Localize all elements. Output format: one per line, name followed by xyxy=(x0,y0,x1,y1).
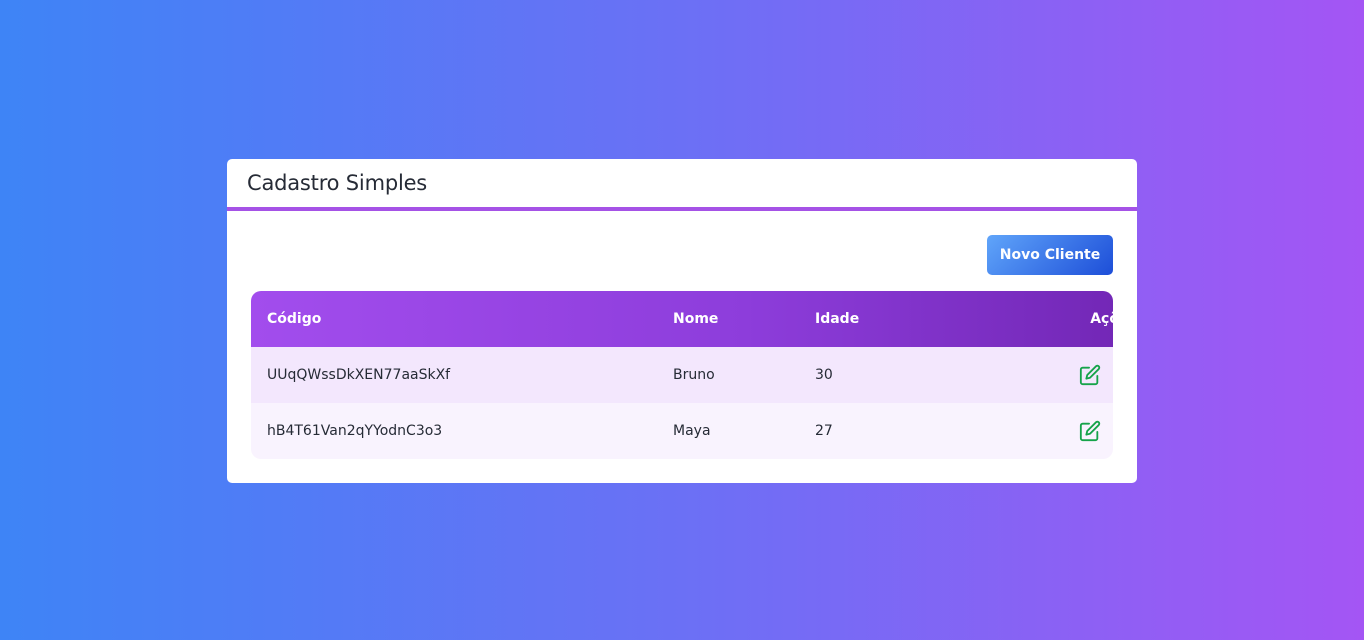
cell-age: 27 xyxy=(815,423,833,439)
clients-table: Código Nome Idade Ações UUqQWssDkXEN77aa… xyxy=(251,291,1113,459)
card-header: Cadastro Simples xyxy=(227,159,1137,211)
edit-button[interactable] xyxy=(1078,419,1102,443)
header-actions: Ações xyxy=(1090,311,1113,327)
table-row: UUqQWssDkXEN77aaSkXf Bruno 30 xyxy=(251,347,1113,403)
cell-code: hB4T61Van2qYYodnC3o3 xyxy=(267,423,443,439)
header-code: Código xyxy=(267,311,322,327)
edit-icon xyxy=(1079,364,1100,386)
header-age: Idade xyxy=(815,311,860,327)
cell-name: Bruno xyxy=(673,367,715,383)
table-row: hB4T61Van2qYYodnC3o3 Maya 27 xyxy=(251,403,1113,459)
edit-icon xyxy=(1079,420,1100,442)
cell-code: UUqQWssDkXEN77aaSkXf xyxy=(267,367,451,383)
cell-actions xyxy=(986,347,1113,403)
header-name: Nome xyxy=(673,311,719,327)
new-client-button[interactable]: Novo Cliente xyxy=(987,235,1113,275)
cell-age: 30 xyxy=(815,367,833,383)
client-card: Cadastro Simples Novo Cliente Código Nom… xyxy=(227,159,1137,483)
page-title: Cadastro Simples xyxy=(247,171,428,195)
cell-actions xyxy=(986,403,1113,459)
edit-button[interactable] xyxy=(1078,363,1102,387)
cell-name: Maya xyxy=(673,423,711,439)
table-header-row: Código Nome Idade Ações xyxy=(251,291,1113,347)
